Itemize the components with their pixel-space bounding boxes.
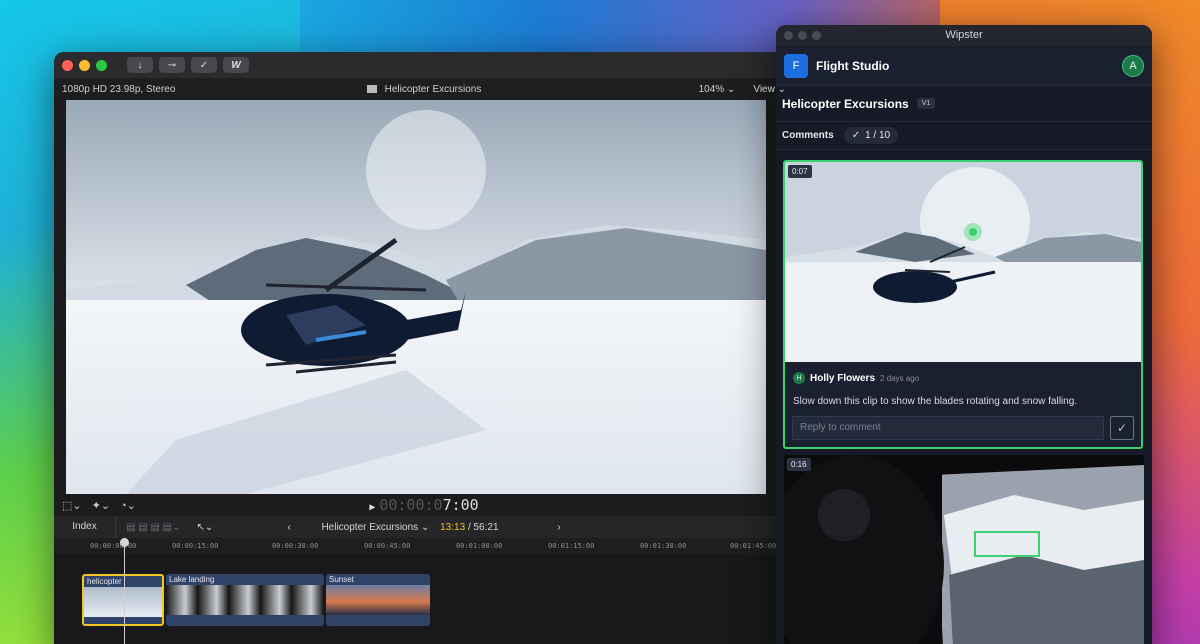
close-button[interactable] [784,31,793,40]
timeline-toolbar: Index ▤ ▤ ▤ ▤⌄ ↖⌄ ‹ Helicopter Excursion… [54,516,794,538]
timeline-clip[interactable]: Sunset [326,574,430,626]
viewer-info-bar: 1080p HD 23.98p, Stereo Helicopter Excur… [54,78,794,100]
helicopter-video-frame [66,100,766,494]
play-icon[interactable]: ▶ [369,502,375,513]
viewer-controls: ⬚⌄ ✦⌄ ◔⌄ ▶00:00:07:00 ⤢ [54,494,794,516]
key-icon: ⊸ [167,59,177,71]
workspace-badge[interactable]: F [784,53,808,78]
clip-thumbnails [166,585,324,615]
ruler-tick: 00:01:30:00 [640,542,687,550]
timeline-ruler[interactable]: 00:00:00:00 00:00:15:00 00:00:30:00 00:0… [54,538,794,554]
fcp-window: ↓ ⊸ ✓ W 1080p HD 23.98p, Stereo Helicopt… [54,52,794,644]
timecode-display: ▶ 00:00:07:00 [369,496,479,514]
chevron-down-icon[interactable]: ⌄ [421,522,429,533]
window-controls [784,31,821,40]
comment-text: Slow down this clip to show the blades r… [793,396,1078,407]
comment-timestamp: 0:16 [787,458,811,471]
view-menu[interactable]: View ⌄ [753,84,786,95]
comments-count: 1 / 10 [865,130,891,141]
close-button[interactable] [62,59,73,71]
workspace-name[interactable]: Flight Studio [816,59,889,73]
zoom-dropdown[interactable]: 104% ⌄ [699,84,736,95]
comments-header: Comments ✓ 1 / 10 [776,122,1152,150]
wipster-logo-icon: W [231,59,241,71]
download-icon: ↓ [137,59,143,71]
checkmark-icon: ✓ [1116,421,1128,435]
keywords-button[interactable]: ⊸ [159,57,185,73]
ruler-tick: 00:01:00:00 [456,542,503,550]
window-title: Wipster [945,29,983,41]
comment-author-row: H Holly Flowers 2 days ago [793,372,919,384]
timeline-duration: / 56:21 [467,521,499,533]
project-row: Helicopter Excursions V1 [776,86,1152,122]
wipster-window: Wipster F Flight Studio A Helicopter Exc… [776,25,1152,644]
checkmark-circle-icon: ✓ [199,59,209,71]
project-title: Helicopter Excursions [782,96,909,111]
import-button[interactable]: ↓ [127,57,153,73]
clapper-icon [366,84,377,93]
comment-thumbnail[interactable]: 0:07 [785,162,1141,362]
clip-label: Sunset [329,575,354,584]
timeline-clip[interactable]: Lake landing [166,574,324,626]
clip-label: helicopter [87,577,122,586]
zoom-button[interactable] [96,59,107,71]
helicopter-thumbnail-image [785,162,1141,362]
comment-author: Holly Flowers [810,372,876,384]
timeline-project-title: Helicopter Excursions [321,521,419,533]
workspace-header: F Flight Studio A [776,46,1152,86]
timeline[interactable]: helicopter Lake landing Sunset [54,554,794,644]
ruler-tick: 00:01:45:00 [730,542,777,550]
comments-label: Comments [782,130,834,141]
timeline-clip[interactable]: helicopter [82,574,164,626]
version-badge[interactable]: V1 [916,98,936,109]
avatar[interactable]: A [1122,54,1144,77]
history-forward-icon[interactable]: › [557,522,560,533]
ruler-tick: 00:00:30:00 [272,542,319,550]
comment-card[interactable]: 0:16 [784,455,1144,644]
ruler-tick: 00:00:00:00 [90,542,137,550]
video-viewer[interactable] [66,100,766,494]
wipster-extension-button[interactable]: W [223,57,249,73]
comment-timestamp: 0:07 [788,165,812,178]
cockpit-thumbnail-image [784,455,1144,644]
wipster-titlebar: Wipster [776,25,1152,46]
clip-thumbnails [84,587,162,617]
comment-time: 2 days ago [880,373,920,383]
zoom-button[interactable] [812,31,821,40]
minimize-button[interactable] [798,31,807,40]
ruler-tick: 00:01:15:00 [548,542,595,550]
comment-card[interactable]: 0:07 H Holly Flowers 2 days ago Slow dow… [783,160,1143,449]
timeline-current-time: 13:13 [440,521,466,533]
background-tasks-button[interactable]: ✓ [191,57,217,73]
comments-count-badge[interactable]: ✓ 1 / 10 [843,127,899,144]
ruler-tick: 00:00:45:00 [364,542,411,550]
reply-input[interactable]: Reply to comment [792,416,1104,440]
ruler-tick: 00:00:15:00 [172,542,219,550]
history-back-icon[interactable]: ‹ [287,522,290,533]
fcp-titlebar: ↓ ⊸ ✓ W [54,52,794,78]
clip-label: Lake landing [169,575,215,584]
annotation-box[interactable] [974,531,1040,557]
playhead-handle[interactable] [120,538,129,547]
resolve-button[interactable]: ✓ [1110,416,1134,440]
checkmark-icon: ✓ [851,130,861,141]
avatar: H [793,372,805,384]
clip-thumbnails [326,585,430,615]
annotation-marker[interactable] [964,223,982,241]
playhead[interactable] [124,538,125,644]
minimize-button[interactable] [79,59,90,71]
viewer-title: Helicopter Excursions [384,83,482,95]
